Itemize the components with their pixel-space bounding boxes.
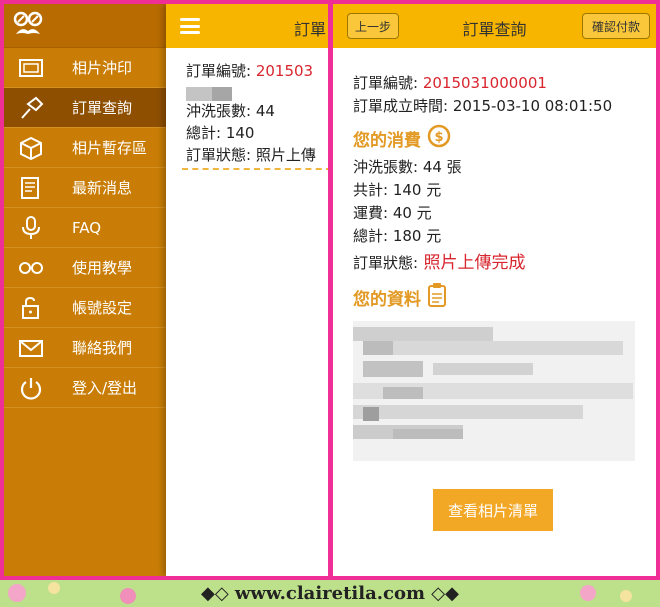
drawer-item-account-settings[interactable]: 帳號設定 xyxy=(4,288,166,328)
right-screen: 上一步 訂單查詢 確認付款 訂單編號: 2015031000001 訂單成立時間… xyxy=(333,4,656,576)
drawer-item-order-query[interactable]: 訂單查詢 xyxy=(4,88,166,128)
drawer-item-label: 帳號設定 xyxy=(72,299,133,317)
shipping-fee: 運費: 40 元 xyxy=(353,204,432,222)
order-created-time: 訂單成立時間: 2015-03-10 08:01:50 xyxy=(353,97,613,115)
unlock-icon xyxy=(16,295,46,321)
drawer-item-label: FAQ xyxy=(72,218,102,237)
drawer-item-label: 訂單查詢 xyxy=(72,99,133,117)
order-status: 訂單狀態: 照片上傳完成 xyxy=(353,253,526,273)
hamburger-menu-icon[interactable] xyxy=(180,18,200,34)
dashed-divider xyxy=(182,168,328,170)
drawer-item-label: 聯絡我們 xyxy=(72,339,133,357)
side-drawer: 相片沖印 訂單查詢 相片暫存區 最新消息 FAQ 使用教學 帳號設定 聯絡我們 … xyxy=(4,4,166,576)
clipboard-icon xyxy=(427,282,447,313)
order-header: 上一步 訂單查詢 確認付款 xyxy=(333,4,656,48)
watermark-footer: ◆◇ www.clairetila.com ◇◆ xyxy=(0,580,660,607)
mustache-glasses-logo-icon[interactable] xyxy=(12,10,44,42)
order-details: 訂單編號: 2015031000001 訂單成立時間: 2015-03-10 0… xyxy=(333,48,656,461)
drawer-item-label: 登入/登出 xyxy=(72,379,138,397)
confirm-payment-button[interactable]: 確認付款 xyxy=(582,13,650,39)
pin-icon xyxy=(16,95,46,121)
drawer-item-login-logout[interactable]: 登入/登出 xyxy=(4,368,166,408)
box-icon xyxy=(16,135,46,161)
drawer-header xyxy=(4,4,166,48)
left-screen: 相片沖印 訂單查詢 相片暫存區 最新消息 FAQ 使用教學 帳號設定 聯絡我們 … xyxy=(4,4,328,576)
power-icon xyxy=(16,375,46,401)
coin-icon: $ xyxy=(427,124,451,153)
behind-total: 總計: 140 xyxy=(186,124,255,142)
photo-count: 沖洗張數: 44 張 xyxy=(353,158,462,176)
behind-body: 訂單編號: 201503 沖洗張數: 44 總計: 140 訂單狀態: 照片上傳 xyxy=(166,48,328,170)
behind-order-no: 訂單編號: 201503 xyxy=(186,62,314,80)
drawer-item-photo-print[interactable]: 相片沖印 xyxy=(4,48,166,88)
mail-icon xyxy=(16,335,46,361)
view-photo-list-button[interactable]: 查看相片清單 xyxy=(433,489,553,531)
behind-header: 訂單 xyxy=(166,4,328,48)
drawer-item-tutorial[interactable]: 使用教學 xyxy=(4,248,166,288)
drawer-item-contact[interactable]: 聯絡我們 xyxy=(4,328,166,368)
blurred-line xyxy=(186,82,328,101)
behind-count: 沖洗張數: 44 xyxy=(186,102,275,120)
drawer-item-faq[interactable]: FAQ xyxy=(4,208,166,248)
subtotal: 共計: 140 元 xyxy=(353,181,442,199)
info-section-title: 您的資料 xyxy=(353,279,656,315)
customer-info-blurred xyxy=(353,321,635,461)
consumption-section-title: 您的消費 $ xyxy=(353,120,656,156)
drawer-item-label: 相片沖印 xyxy=(72,59,133,77)
drawer-item-news[interactable]: 最新消息 xyxy=(4,168,166,208)
glasses-icon xyxy=(16,255,46,281)
drawer-item-photo-storage[interactable]: 相片暫存區 xyxy=(4,128,166,168)
underlying-order-screen[interactable]: 訂單 訂單編號: 201503 沖洗張數: 44 總計: 140 訂單狀態: 照… xyxy=(166,4,328,576)
svg-text:$: $ xyxy=(434,130,443,145)
drawer-item-label: 最新消息 xyxy=(72,179,133,197)
behind-status: 訂單狀態: 照片上傳 xyxy=(186,146,316,164)
grand-total: 總計: 180 元 xyxy=(353,227,442,245)
drawer-item-label: 使用教學 xyxy=(72,259,133,277)
behind-title: 訂單 xyxy=(294,20,327,39)
drawer-item-label: 相片暫存區 xyxy=(72,139,148,157)
order-number: 訂單編號: 2015031000001 xyxy=(353,74,547,92)
microphone-icon xyxy=(16,215,46,241)
news-icon xyxy=(16,175,46,201)
photo-print-icon xyxy=(16,55,46,81)
watermark-text: ◆◇ www.clairetila.com ◇◆ xyxy=(200,583,459,604)
